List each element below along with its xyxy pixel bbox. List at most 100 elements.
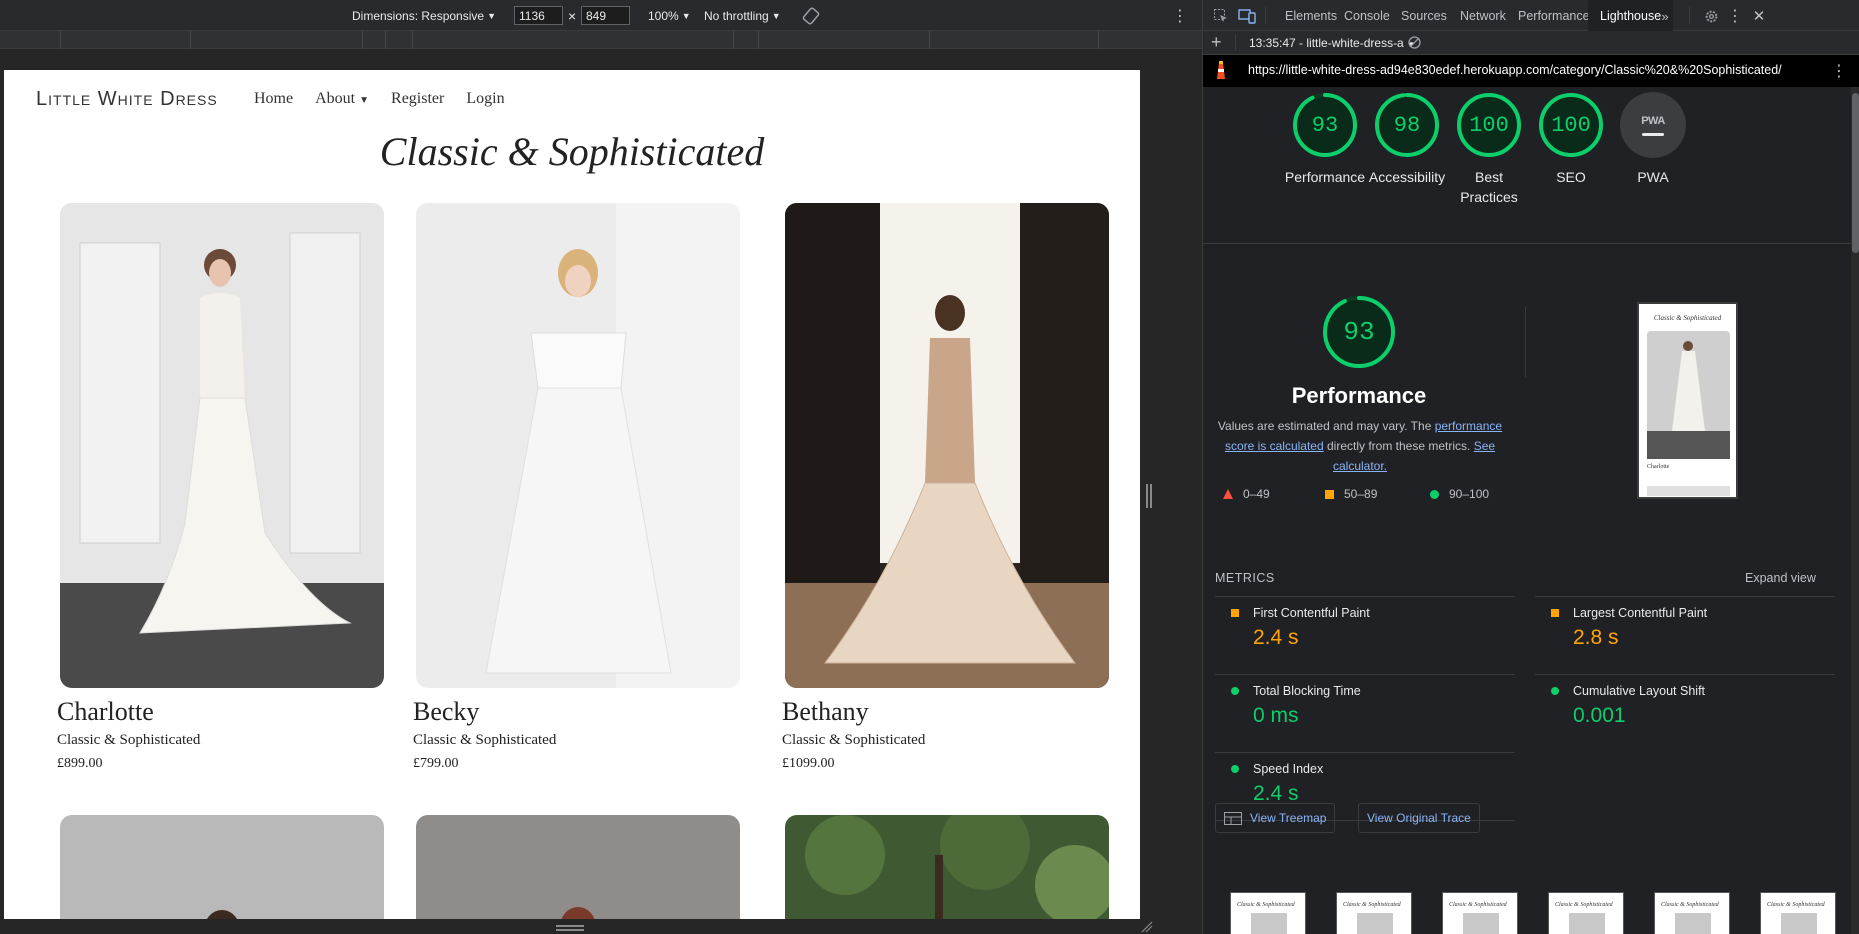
nav-register[interactable]: Register [391, 90, 444, 108]
viewport-height-handle[interactable] [556, 925, 584, 931]
thumbnail-image [1647, 331, 1730, 459]
score-ring: 93 [1292, 92, 1358, 158]
width-input[interactable]: 1136 [514, 6, 563, 25]
performance-title: Performance [1291, 383, 1427, 408]
tab-performance[interactable]: Performance [1518, 0, 1590, 31]
view-original-trace-button[interactable]: View Original Trace [1358, 803, 1480, 833]
report-url[interactable]: https://little-white-dress-ad94e830edef.… [1248, 63, 1782, 77]
report-scrollbar[interactable] [1851, 87, 1859, 934]
legend-pass: 90–100 [1430, 487, 1489, 501]
more-vert-icon[interactable]: ⋮ [1725, 6, 1745, 26]
more-vert-icon[interactable]: ⋮ [1172, 0, 1188, 31]
average-status-icon [1231, 609, 1239, 617]
product-name[interactable]: Charlotte [57, 697, 154, 727]
product-image[interactable] [60, 203, 384, 688]
score-value: 100 [1551, 112, 1591, 138]
metric-label: Speed Index [1253, 762, 1324, 776]
product-name[interactable]: Bethany [782, 697, 869, 727]
score-label: SEO [1556, 169, 1586, 185]
settings-icon[interactable] [1701, 6, 1721, 26]
score-gauge-pwa[interactable]: PWA PWA [1608, 92, 1698, 187]
device-emulation-pane: Dimensions: Responsive ▼ 1136 × 849 100%… [0, 0, 1202, 934]
legend-fail: 0–49 [1223, 487, 1270, 501]
filmstrip-frame: Classic & Sophisticated [1336, 892, 1412, 934]
caret-down-icon: ▼ [681, 10, 691, 21]
report-selector-label: 13:35:47 - little-white-dress-a [1249, 36, 1404, 50]
product-image[interactable] [785, 815, 1109, 919]
score-gauge-seo[interactable]: 100 SEO [1526, 92, 1616, 187]
more-vert-icon[interactable]: ⋮ [1831, 61, 1847, 81]
final-screenshot-thumbnail[interactable]: Classic & Sophisticated Charlotte [1637, 302, 1738, 499]
tab-console[interactable]: Console [1344, 0, 1390, 31]
score-gauge-accessibility[interactable]: 98 Accessibility [1362, 92, 1452, 187]
clear-icon[interactable] [1407, 35, 1422, 53]
close-icon[interactable]: ✕ [1749, 6, 1769, 26]
dimensions-dropdown[interactable]: Dimensions: Responsive ▼ [352, 0, 496, 31]
nav-about[interactable]: About ▼ [315, 90, 369, 108]
score-label: Best Practices [1460, 169, 1518, 205]
score-value: 93 [1311, 112, 1339, 138]
product-image[interactable] [60, 815, 384, 919]
filmstrip-title: Classic & Sophisticated [1555, 902, 1613, 908]
plus-icon[interactable]: + [1211, 32, 1222, 53]
height-input[interactable]: 849 [581, 6, 630, 25]
nav-home[interactable]: Home [254, 90, 293, 108]
product-price: £899.00 [57, 756, 103, 771]
nav-links: Home About ▼ Register Login [254, 90, 505, 108]
rotate-icon[interactable] [802, 0, 820, 31]
viewport-bottom-bar [0, 919, 1202, 934]
score-value: 98 [1393, 112, 1421, 138]
zoom-dropdown[interactable]: 100% ▼ [648, 0, 691, 31]
lighthouse-report: 93 Performance 98 Accessibility 100 Best Prac… [1203, 87, 1851, 934]
product-price: £799.00 [413, 756, 459, 771]
emulated-viewport: Little White Dress Home About ▼ Register… [4, 70, 1140, 919]
brand-label: Little White Dress [36, 88, 218, 110]
legend-fail-label: 0–49 [1243, 487, 1270, 501]
tab-network[interactable]: Network [1460, 0, 1506, 31]
thumbnail-title: Classic & Sophisticated [1653, 314, 1722, 322]
pass-status-icon [1231, 687, 1239, 695]
nav-about-label: About [315, 90, 356, 107]
filmstrip-title: Classic & Sophisticated [1237, 902, 1295, 908]
desc-text: Values are estimated and may vary. The [1217, 419, 1435, 433]
more-tabs-icon[interactable]: » [1655, 6, 1675, 26]
viewport-resize-handle[interactable] [1146, 484, 1152, 508]
legend-average-label: 50–89 [1344, 487, 1378, 501]
tab-elements[interactable]: Elements [1285, 0, 1337, 31]
pass-status-icon [1551, 687, 1559, 695]
site-brand[interactable]: Little White Dress [36, 88, 218, 111]
times-sign: × [568, 7, 577, 24]
score-label: PWA [1637, 169, 1669, 185]
metric-label: First Contentful Paint [1253, 606, 1370, 620]
thumbnail-name: Charlotte [1647, 464, 1670, 470]
product-image[interactable] [416, 815, 740, 919]
metric-first-contentful-paint: First Contentful Paint 2.4 s [1215, 596, 1515, 662]
device-toggle-icon[interactable] [1237, 6, 1257, 26]
metric-value: 0.001 [1573, 704, 1626, 727]
scrollbar-thumb[interactable] [1852, 93, 1859, 253]
inspect-icon[interactable] [1211, 6, 1231, 26]
filmstrip-title: Classic & Sophisticated [1661, 902, 1719, 908]
devtools-window: Dimensions: Responsive ▼ 1136 × 849 100%… [0, 0, 1859, 934]
throttling-label: No throttling [704, 8, 769, 23]
product-image[interactable] [785, 203, 1109, 688]
score-gauge-best-practices[interactable]: 100 Best Practices [1444, 92, 1534, 207]
legend-pass-label: 90–100 [1449, 487, 1490, 501]
metric-total-blocking-time: Total Blocking Time 0 ms [1215, 674, 1515, 740]
nav-login[interactable]: Login [466, 90, 504, 108]
view-treemap-button[interactable]: View Treemap [1215, 803, 1336, 833]
metrics-header: METRICS [1215, 571, 1275, 585]
score-gauge-performance[interactable]: 93 Performance [1280, 92, 1370, 187]
throttling-dropdown[interactable]: No throttling ▼ [704, 0, 781, 31]
device-toolbar: Dimensions: Responsive ▼ 1136 × 849 100%… [0, 0, 1202, 31]
product-name[interactable]: Becky [413, 697, 479, 727]
devtools-tabbar: Elements Console Sources Network Perform… [1203, 0, 1859, 31]
performance-gauge[interactable]: 93 [1321, 294, 1397, 370]
performance-description: Values are estimated and may vary. The p… [1213, 416, 1507, 476]
report-selector[interactable]: 13:35:47 - little-white-dress-a ▼ [1249, 36, 1415, 50]
expand-view-toggle[interactable]: Expand view [1745, 571, 1816, 585]
viewport-corner-resize-icon[interactable] [1140, 920, 1154, 934]
product-image[interactable] [416, 203, 740, 688]
media-query-ruler [0, 31, 1202, 49]
tab-sources[interactable]: Sources [1401, 0, 1447, 31]
